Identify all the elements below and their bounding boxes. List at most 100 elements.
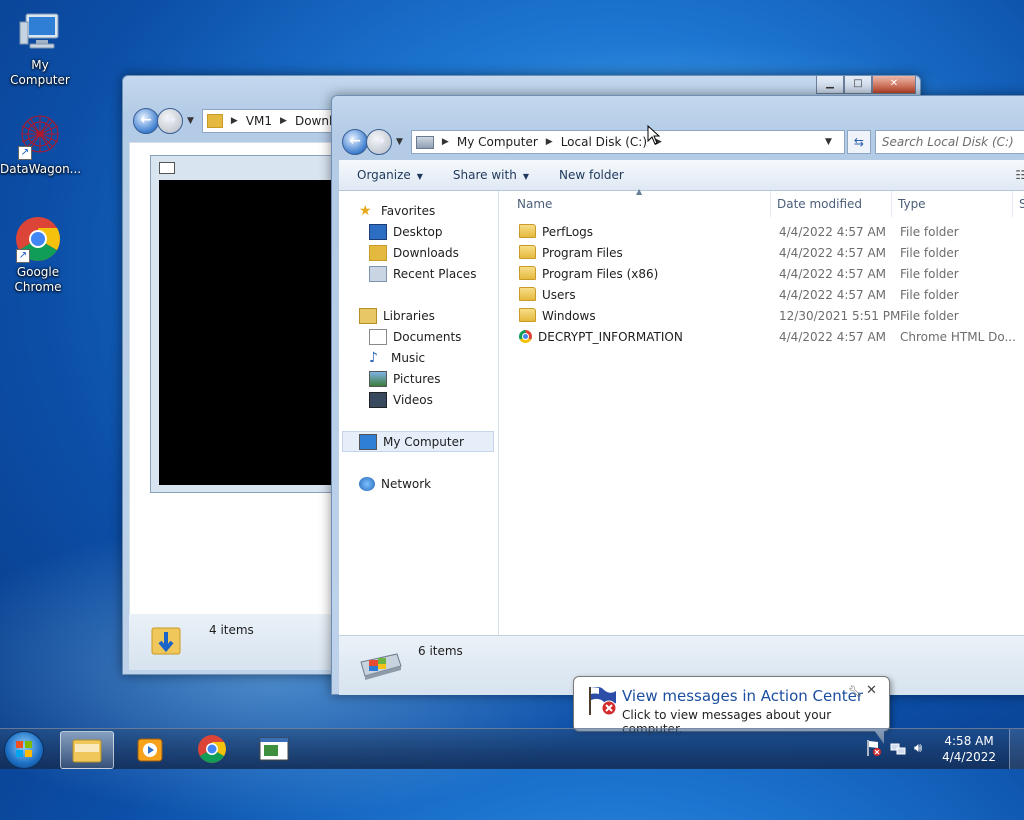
nav-label: Libraries bbox=[383, 308, 435, 323]
file-type: File folder bbox=[900, 246, 959, 260]
address-bar[interactable]: ▶ My Computer ▶ Local Disk (C:) ▶ ▼ bbox=[410, 130, 845, 154]
forward-button[interactable]: → bbox=[157, 108, 183, 134]
share-with-button[interactable]: Share with ▼ bbox=[453, 168, 529, 182]
refresh-button[interactable]: ⇆ bbox=[846, 130, 871, 154]
minimize-button[interactable]: ▁ bbox=[816, 76, 844, 94]
file-row[interactable]: Program Files 4/4/2022 4:57 AM File folder bbox=[499, 243, 1024, 264]
nav-desktop[interactable]: Desktop bbox=[369, 221, 443, 242]
tray-action-center-icon[interactable] bbox=[866, 739, 882, 757]
settings-wrench-icon[interactable]: 🔧︎ bbox=[848, 685, 862, 698]
organize-button[interactable]: Organize ▼ bbox=[357, 168, 423, 182]
taskbar-windows-explorer[interactable] bbox=[60, 731, 114, 769]
chrome-html-icon bbox=[519, 330, 532, 343]
nav-recent-places[interactable]: Recent Places bbox=[369, 263, 476, 284]
tray-volume-icon[interactable]: 🔊︎ bbox=[914, 741, 930, 757]
desktop-icon-my-computer[interactable]: My Computer bbox=[0, 8, 80, 88]
close-button[interactable]: ✕ bbox=[872, 76, 916, 94]
breadcrumb-local-disk[interactable]: Local Disk (C:) bbox=[561, 135, 647, 149]
show-desktop-button[interactable] bbox=[1009, 729, 1024, 769]
breadcrumb-separator: ▶ bbox=[441, 137, 449, 147]
nav-music[interactable]: ♪ Music bbox=[369, 347, 425, 368]
music-icon: ♪ bbox=[369, 349, 378, 366]
nav-documents[interactable]: Documents bbox=[369, 326, 461, 347]
action-center-flag-icon bbox=[586, 685, 618, 720]
notification-title[interactable]: View messages in Action Center bbox=[622, 687, 863, 705]
file-row[interactable]: DECRYPT_INFORMATION 4/4/2022 4:57 AM Chrom… bbox=[499, 327, 1024, 348]
tray-network-icon[interactable] bbox=[890, 741, 906, 757]
column-header-date-modified[interactable]: Date modified bbox=[771, 191, 892, 217]
recent-pages-dropdown[interactable]: ▼ bbox=[187, 116, 194, 126]
desktop-icon-google-chrome[interactable]: ↗ Google Chrome bbox=[0, 215, 78, 295]
back-button[interactable]: ← bbox=[133, 108, 159, 134]
nav-network[interactable]: Network bbox=[359, 473, 431, 494]
share-with-label: Share with bbox=[452, 168, 517, 182]
nav-label: Pictures bbox=[393, 371, 441, 386]
breadcrumb-my-computer[interactable]: My Computer bbox=[457, 135, 538, 149]
command-bar: Organize ▼ Share with ▼ New folder ☷ bbox=[339, 160, 1024, 191]
folder-icon bbox=[519, 245, 536, 259]
forward-button[interactable]: → bbox=[366, 129, 392, 155]
file-name: Program Files bbox=[542, 246, 623, 260]
mouse-cursor-icon bbox=[647, 124, 661, 148]
nav-label: Desktop bbox=[393, 224, 443, 239]
file-date-modified: 4/4/2022 4:57 AM bbox=[779, 288, 887, 302]
taskbar: 🔊︎ 4:58 AM 4/4/2022 bbox=[0, 728, 1024, 769]
taskbar-google-chrome[interactable] bbox=[186, 731, 238, 767]
folder-download-icon bbox=[151, 622, 181, 658]
file-type: File folder bbox=[900, 288, 959, 302]
sort-ascending-icon: ▲ bbox=[636, 187, 643, 196]
address-dropdown-icon[interactable]: ▼ bbox=[825, 137, 832, 147]
folder-download-icon bbox=[206, 114, 223, 128]
file-row[interactable]: Windows 12/30/2021 5:51 PM File folder bbox=[499, 306, 1024, 327]
clock-date: 4/4/2022 bbox=[942, 750, 996, 764]
nav-my-computer[interactable]: My Computer bbox=[342, 431, 494, 452]
taskbar-media-player[interactable] bbox=[124, 731, 176, 767]
column-header-type[interactable]: Type bbox=[892, 191, 1013, 217]
file-name-cell: DECRYPT_INFORMATION bbox=[519, 327, 683, 348]
nav-label: Documents bbox=[393, 329, 462, 344]
breadcrumb-separator: ▶ bbox=[545, 137, 553, 147]
desktop-icon-datawagon[interactable]: ↗ DataWagon... bbox=[0, 112, 81, 177]
navigation-items: ★ Favorites Desktop Downloads Recent Plac… bbox=[339, 191, 498, 635]
nav-libraries[interactable]: Libraries bbox=[359, 305, 435, 326]
nav-favorites[interactable]: ★ Favorites bbox=[359, 200, 435, 221]
file-type: Chrome HTML Do... bbox=[900, 330, 1016, 344]
file-type: File folder bbox=[900, 309, 959, 323]
nav-label: Recent Places bbox=[393, 266, 477, 281]
nav-label: Favorites bbox=[381, 203, 436, 218]
recent-pages-dropdown[interactable]: ▼ bbox=[396, 137, 403, 147]
new-folder-button[interactable]: New folder bbox=[559, 168, 624, 182]
file-name-cell: Users bbox=[519, 285, 576, 306]
back-button[interactable]: ← bbox=[342, 129, 368, 155]
file-date-modified: 4/4/2022 4:57 AM bbox=[779, 246, 887, 260]
drive-icon bbox=[357, 646, 403, 683]
column-header-size[interactable]: S bbox=[1013, 191, 1024, 217]
action-center-notification[interactable]: View messages in Action Center Click to … bbox=[573, 676, 890, 744]
breadcrumb-separator: ▶ bbox=[280, 116, 287, 126]
windows-logo-icon bbox=[16, 741, 32, 757]
file-name-cell: PerfLogs bbox=[519, 222, 593, 243]
file-row[interactable]: PerfLogs 4/4/2022 4:57 AM File folder bbox=[499, 222, 1024, 243]
search-input[interactable]: Search Local Disk (C:) bbox=[874, 130, 1024, 154]
file-row[interactable]: Program Files (x86) 4/4/2022 4:57 AM File … bbox=[499, 264, 1024, 285]
start-button[interactable] bbox=[4, 731, 44, 769]
network-icon bbox=[359, 476, 375, 491]
explorer-window-local-disk[interactable]: ← → ▼ ▶ My Computer ▶ Local Disk (C:) ▶ … bbox=[331, 95, 1024, 695]
back-status-bar: 4 items bbox=[129, 614, 333, 670]
file-row[interactable]: Users 4/4/2022 4:57 AM File folder bbox=[499, 285, 1024, 306]
file-name: Program Files (x86) bbox=[542, 267, 659, 281]
taskbar-app-window[interactable] bbox=[248, 731, 300, 767]
breadcrumb-vm1[interactable]: VM1 bbox=[246, 114, 272, 128]
breadcrumb-separator: ▶ bbox=[230, 116, 238, 126]
nav-videos[interactable]: Videos bbox=[369, 389, 433, 410]
view-options-icon[interactable]: ☷ bbox=[1015, 168, 1024, 182]
nav-downloads[interactable]: Downloads bbox=[369, 242, 459, 263]
maximize-button[interactable]: □ bbox=[844, 76, 872, 94]
file-type: File folder bbox=[900, 267, 959, 281]
close-notification-button[interactable]: ✕ bbox=[866, 683, 877, 698]
file-name-cell: Windows bbox=[519, 306, 596, 327]
blank-media-dialog[interactable] bbox=[150, 155, 342, 493]
video-preview-area bbox=[159, 180, 341, 485]
nav-pictures[interactable]: Pictures bbox=[369, 368, 441, 389]
system-clock[interactable]: 4:58 AM 4/4/2022 bbox=[942, 733, 996, 765]
